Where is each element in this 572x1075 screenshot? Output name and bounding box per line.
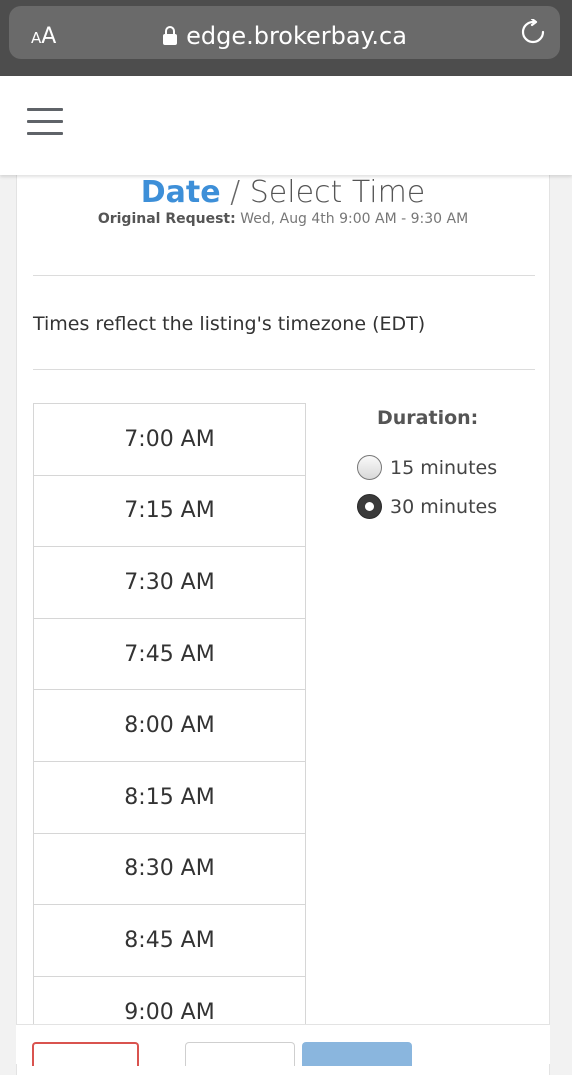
duration-option-label: 15 minutes	[390, 456, 498, 479]
time-slot[interactable]: 7:00 AM	[34, 404, 305, 476]
menu-icon[interactable]	[27, 108, 63, 136]
time-slot[interactable]: 8:30 AM	[34, 833, 305, 906]
radio-button[interactable]	[357, 455, 382, 480]
timezone-note: Times reflect the listing's timezone (ED…	[33, 313, 426, 335]
time-slot[interactable]: 8:45 AM	[34, 905, 305, 977]
time-slot[interactable]: 7:30 AM	[34, 547, 305, 619]
next-button[interactable]	[302, 1042, 412, 1066]
app-header	[0, 76, 572, 175]
time-slot-list: 7:00 AM 7:15 AM 7:30 AM 7:45 AM 8:00 AM …	[33, 403, 306, 1049]
scheduler-card: Date / Select Time Original Request: Wed…	[16, 175, 550, 1075]
time-slot[interactable]: 7:15 AM	[34, 475, 305, 548]
title-separator: /	[230, 175, 241, 210]
radio-button-selected[interactable]	[357, 494, 382, 519]
duration-option-30[interactable]: 30 minutes	[357, 494, 497, 519]
duration-option-label: 30 minutes	[390, 495, 498, 518]
divider	[33, 369, 535, 370]
time-slot[interactable]: 8:15 AM	[34, 761, 305, 834]
title-date-step[interactable]: Date	[141, 175, 221, 210]
url-display[interactable]: edge.brokerbay.ca	[9, 22, 560, 50]
divider	[33, 275, 535, 276]
address-bar[interactable]: AA edge.brokerbay.ca	[9, 6, 560, 59]
browser-toolbar: AA edge.brokerbay.ca	[0, 0, 572, 76]
original-request: Original Request: Wed, Aug 4th 9:00 AM -…	[17, 211, 549, 227]
time-slot[interactable]: 8:00 AM	[34, 690, 305, 762]
lock-icon	[163, 26, 178, 45]
action-bar	[16, 1024, 550, 1066]
reload-icon[interactable]	[520, 19, 546, 45]
original-request-value: Wed, Aug 4th 9:00 AM - 9:30 AM	[240, 211, 469, 227]
original-request-label: Original Request:	[97, 211, 236, 227]
time-slot[interactable]: 7:45 AM	[34, 618, 305, 691]
title-current-step: Select Time	[249, 175, 426, 210]
url-text: edge.brokerbay.ca	[186, 22, 407, 50]
duration-option-15[interactable]: 15 minutes	[357, 455, 497, 480]
page-title: Date / Select Time	[17, 175, 549, 210]
back-button[interactable]	[185, 1042, 295, 1066]
cancel-button[interactable]	[32, 1042, 139, 1066]
duration-label: Duration:	[377, 407, 479, 429]
